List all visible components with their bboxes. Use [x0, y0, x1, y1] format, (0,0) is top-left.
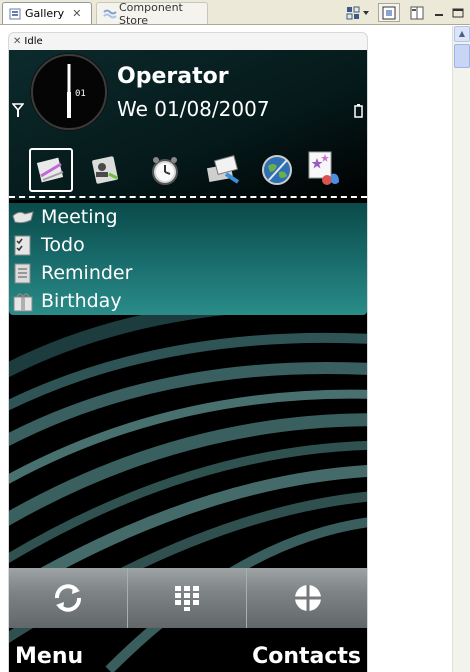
web-shortcut[interactable]: [255, 148, 299, 192]
address-book-icon: [92, 156, 118, 184]
svg-text:01: 01: [75, 89, 86, 99]
minimize-icon: [435, 13, 443, 16]
event-reminder[interactable]: Reminder: [11, 259, 351, 287]
messaging-icon: [206, 155, 240, 184]
idle-frame-label: Idle: [24, 36, 43, 47]
dialpad-button[interactable]: [128, 568, 247, 628]
clock-face-icon: 01: [67, 64, 86, 118]
editor-tab-bar: Gallery ✕ Component Store: [0, 0, 470, 27]
tab-component-store[interactable]: Component Store: [96, 0, 208, 27]
birthday-icon: [11, 290, 35, 312]
event-birthday[interactable]: Birthday: [11, 287, 351, 315]
analog-clock[interactable]: 01: [31, 54, 107, 130]
layout-menu-button[interactable]: [343, 3, 373, 22]
shortcut-bar: [27, 148, 347, 192]
vertical-scrollbar[interactable]: ▲: [452, 26, 470, 672]
event-label: Meeting: [41, 206, 118, 228]
stars-icon: [308, 151, 339, 185]
event-label: Birthday: [41, 290, 122, 312]
globe-icon: [262, 155, 292, 185]
cycle-button[interactable]: [9, 568, 128, 628]
split-view-icon: [410, 6, 424, 19]
contacts-shortcut[interactable]: [83, 148, 127, 192]
signal-icon: [11, 102, 25, 118]
gallery-shortcut[interactable]: [303, 148, 347, 192]
clock-shortcut[interactable]: [143, 148, 187, 192]
alarm-clock-icon: [152, 157, 178, 185]
notes-shortcut[interactable]: [29, 148, 73, 192]
scroll-thumb[interactable]: [454, 44, 470, 68]
event-todo[interactable]: Todo: [11, 231, 351, 259]
date-display: We 01/08/2007: [117, 97, 270, 121]
fit-screen-icon: [382, 6, 396, 19]
event-label: Reminder: [41, 262, 133, 284]
split-view-button[interactable]: [406, 3, 428, 22]
event-label: Todo: [41, 234, 85, 256]
dialpad-icon: [175, 586, 199, 611]
notes-icon: [36, 157, 64, 183]
maximize-button[interactable]: [450, 3, 466, 22]
todo-icon: [11, 234, 35, 256]
phone-screen: 01 Operator We 01/08/2007 Meeting Todo R…: [9, 50, 367, 672]
close-icon[interactable]: ✕: [72, 7, 81, 20]
fit-screen-button[interactable]: [378, 3, 400, 22]
component-store-icon: [103, 8, 117, 20]
maximize-icon: [452, 8, 464, 17]
contacts-softkey[interactable]: Contacts: [252, 644, 361, 669]
operator-name: Operator: [117, 64, 229, 89]
meeting-icon: [11, 206, 35, 228]
minimize-button[interactable]: [432, 3, 446, 22]
messaging-shortcut[interactable]: [201, 148, 245, 192]
tab-gallery-label: Gallery: [25, 7, 65, 20]
tab-component-store-label: Component Store: [119, 0, 183, 27]
event-meeting[interactable]: Meeting: [11, 203, 351, 231]
calendar-events-panel[interactable]: Meeting Todo Reminder Birthday: [9, 203, 367, 315]
toolbar: [9, 568, 367, 628]
navigation-button[interactable]: [248, 568, 367, 628]
divider: [9, 196, 367, 198]
tab-gallery[interactable]: Gallery ✕: [2, 2, 92, 24]
idle-frame-title: ✕ Idle: [13, 36, 43, 47]
layout-icon: [346, 6, 369, 19]
gallery-icon: [9, 8, 21, 20]
reminder-icon: [11, 262, 35, 284]
cycle-icon: [55, 584, 81, 612]
scroll-up-arrow-icon[interactable]: ▲: [454, 26, 470, 42]
battery-icon: [354, 103, 363, 118]
menu-softkey[interactable]: Menu: [15, 644, 83, 669]
close-icon[interactable]: ✕: [13, 36, 21, 47]
crosshair-icon: [294, 585, 321, 611]
